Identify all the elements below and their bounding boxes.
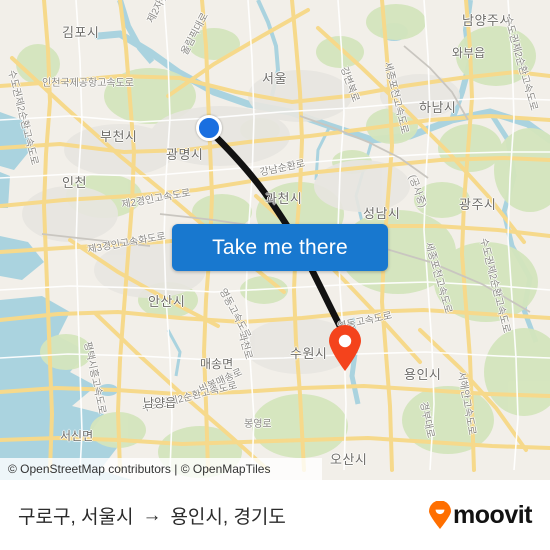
map-attribution[interactable]: © OpenStreetMap contributors | © OpenMap… <box>0 458 322 480</box>
attribution-text: © OpenStreetMap contributors | © OpenMap… <box>8 462 271 476</box>
moovit-wordmark: moovit <box>453 500 532 529</box>
footer-bar: 구로구, 서울시 → 용인시, 경기도 moovit <box>0 480 550 550</box>
moovit-logo[interactable]: moovit <box>428 501 532 529</box>
origin-dot[interactable] <box>196 115 222 141</box>
moovit-route-card: 김포시 제2자유로 올림픽대로 서울 남양주시 수도권제2순환고속도로 와부읍 세종포천고속도… <box>0 0 550 550</box>
map-canvas[interactable]: 김포시 제2자유로 올림픽대로 서울 남양주시 수도권제2순환고속도로 와부읍 세종포천고속도… <box>0 0 550 480</box>
arrow-right-icon: → <box>142 504 162 526</box>
moovit-pin-icon <box>429 501 452 529</box>
take-me-there-button[interactable]: Take me there <box>172 224 388 271</box>
route-origin-label: 구로구, 서울시 <box>18 506 134 528</box>
route-summary: 구로구, 서울시 → 용인시, 경기도 <box>18 502 286 529</box>
destination-pin[interactable] <box>328 325 362 371</box>
route-destination-label: 용인시, 경기도 <box>170 506 286 528</box>
